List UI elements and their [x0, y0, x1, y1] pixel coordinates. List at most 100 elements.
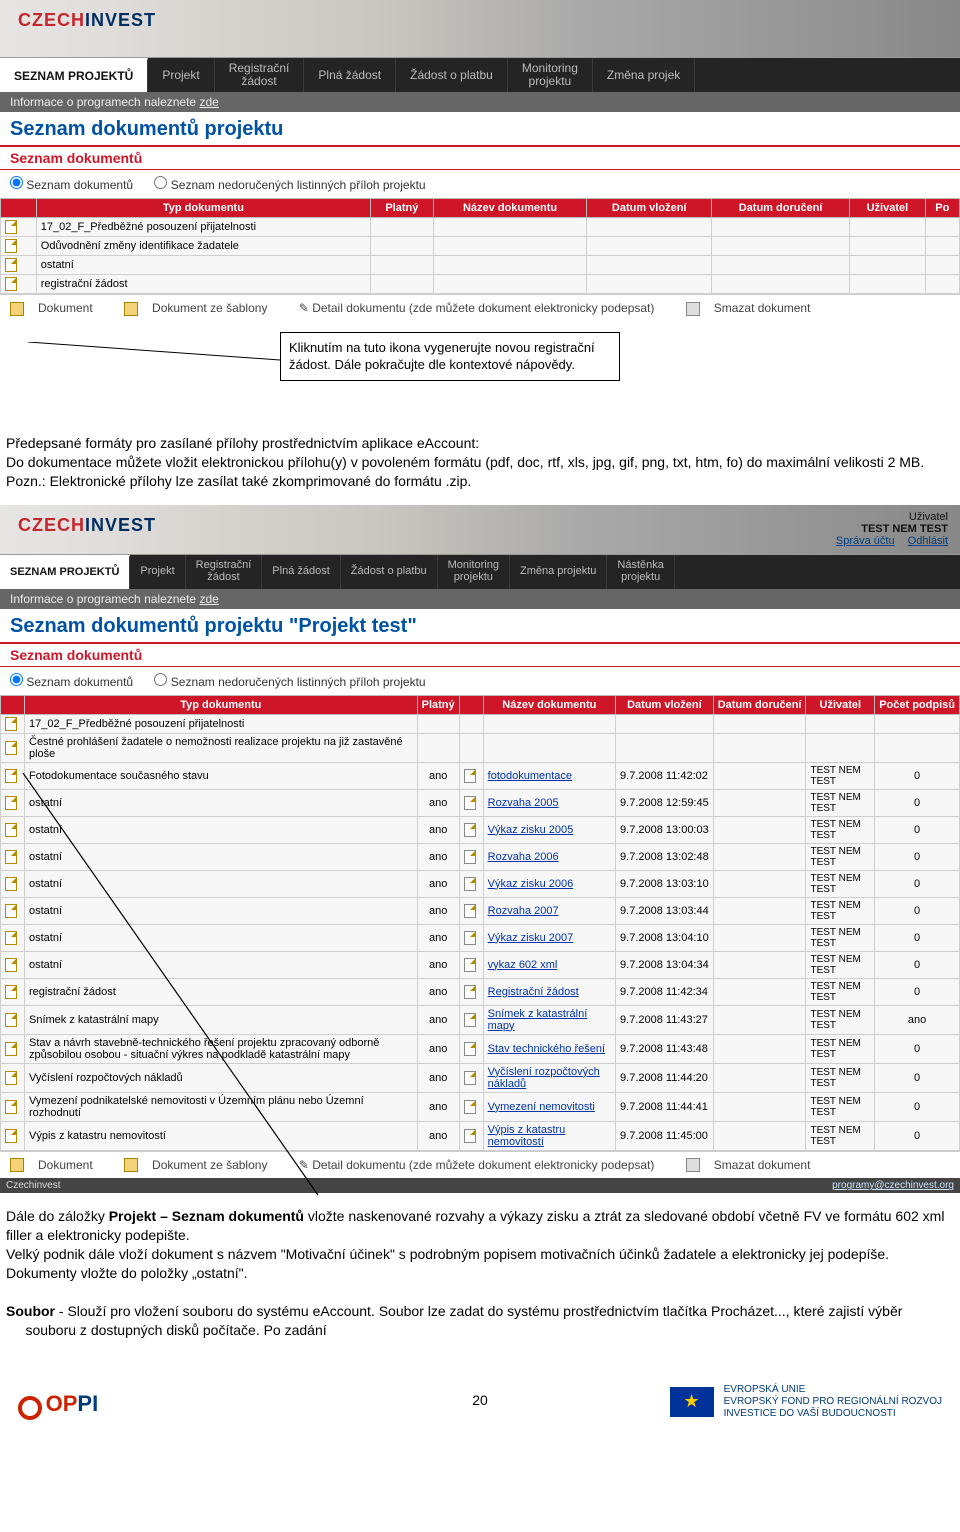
- doc-link[interactable]: Snímek z katastrální mapy: [488, 1008, 588, 1032]
- doc-link[interactable]: Výkaz zisku 2006: [488, 878, 574, 890]
- table-row[interactable]: Čestné prohlášení žadatele o nemožnosti …: [1, 733, 960, 762]
- body-text-block-2: Dále do záložky Projekt – Seznam dokumen…: [0, 1207, 960, 1339]
- section-title-2: Seznam dokumentů: [0, 642, 960, 667]
- doc-icon: [5, 796, 17, 810]
- action-detail-2[interactable]: ✎ Detail dokumentu (zde můžete dokument …: [299, 1158, 669, 1172]
- radio-row-2: Seznam dokumentů Seznam nedoručených lis…: [0, 667, 960, 695]
- file-icon: [464, 958, 476, 972]
- oppi-logo: OPPI: [18, 1391, 98, 1420]
- file-icon: [464, 985, 476, 999]
- doc-icon: [5, 769, 17, 783]
- link-odhlasit[interactable]: Odhlásit: [898, 535, 948, 547]
- callout-arrow: [28, 342, 280, 402]
- nav-tab[interactable]: Monitoringprojektu: [438, 555, 510, 589]
- doc-icon: [5, 877, 17, 891]
- file-icon: [464, 823, 476, 837]
- doc-link[interactable]: Rozvaha 2007: [488, 905, 559, 917]
- doc-link[interactable]: Registrační žádost: [488, 986, 579, 998]
- radio-row: Seznam dokumentů Seznam nedoručených lis…: [0, 170, 960, 198]
- nav-tab[interactable]: SEZNAM PROJEKTŮ: [0, 58, 148, 92]
- nav-tab[interactable]: Registračnížádost: [215, 58, 305, 92]
- file-icon: [464, 850, 476, 864]
- link-sprava[interactable]: Správa účtu: [826, 535, 895, 547]
- file-icon: [464, 931, 476, 945]
- doc-link[interactable]: Vyčíslení rozpočtových nákladů: [488, 1066, 600, 1090]
- nav-tab[interactable]: Nástěnkaprojektu: [607, 555, 674, 589]
- doc-icon: [5, 904, 17, 918]
- user-box: Uživatel TEST NEM TEST Správa účtu Odhlá…: [826, 511, 948, 547]
- table-row[interactable]: 17_02_F_Předběžné posouzení přijatelnost…: [1, 218, 960, 237]
- doc-link[interactable]: Rozvaha 2006: [488, 851, 559, 863]
- doc-link[interactable]: Výkaz zisku 2007: [488, 932, 574, 944]
- action-dokument[interactable]: Dokument: [10, 301, 107, 315]
- doc-link[interactable]: Výpis z katastru nemovitostí: [488, 1124, 566, 1148]
- nav-tab[interactable]: Změna projek: [593, 58, 695, 92]
- table-row[interactable]: ostatní: [1, 256, 960, 275]
- doc-icon: [5, 1013, 17, 1027]
- file-icon: [464, 1013, 476, 1027]
- page-title: Seznam dokumentů projektu: [0, 112, 960, 145]
- file-icon: [464, 1071, 476, 1085]
- footer-mail[interactable]: programy@czechinvest.org: [832, 1180, 954, 1191]
- radio-seznam-2[interactable]: Seznam dokumentů: [10, 675, 133, 689]
- nav-tab[interactable]: Plná žádost: [262, 555, 340, 589]
- file-icon: [464, 1129, 476, 1143]
- file-icon: [464, 1042, 476, 1056]
- doc-icon: [5, 220, 17, 234]
- doc-icon: [5, 1129, 17, 1143]
- file-icon: [464, 877, 476, 891]
- doc-link[interactable]: fotodokumentace: [488, 770, 572, 782]
- table-row[interactable]: Odůvodnění změny identifikace žadatele: [1, 237, 960, 256]
- app-header-banner-2: CZECHINVEST Uživatel TEST NEM TEST Správ…: [0, 505, 960, 555]
- page-number: 20: [472, 1392, 488, 1408]
- doc-icon: [5, 985, 17, 999]
- nav-tab[interactable]: Plná žádost: [304, 58, 396, 92]
- doc-link[interactable]: Stav technického řešení: [488, 1043, 605, 1055]
- action-detail[interactable]: ✎ Detail dokumentu (zde můžete dokument …: [299, 301, 669, 315]
- main-nav: SEZNAM PROJEKTŮProjektRegistračnížádostP…: [0, 58, 960, 92]
- doc-icon: [5, 717, 17, 731]
- doc-icon: [5, 958, 17, 972]
- nav-tab[interactable]: Žádost o platbu: [396, 58, 508, 92]
- doc-icon: [5, 1042, 17, 1056]
- czechinvest-logo: CZECHINVEST: [18, 10, 156, 31]
- doc-icon: [5, 823, 17, 837]
- doc-link[interactable]: Výkaz zisku 2005: [488, 824, 574, 836]
- eu-block: ★ EVROPSKÁ UNIE EVROPSKÝ FOND PRO REGION…: [670, 1384, 942, 1420]
- doc-icon: [5, 931, 17, 945]
- app-header-banner: CZECHINVEST: [0, 0, 960, 58]
- doc-icon: [5, 1071, 17, 1085]
- doc-icon: [5, 1100, 17, 1114]
- action-sablona[interactable]: Dokument ze šablony: [124, 301, 281, 315]
- doc-link[interactable]: Rozvaha 2005: [488, 797, 559, 809]
- nav-tab[interactable]: Registračnížádost: [186, 555, 263, 589]
- radio-nedorucene-2[interactable]: Seznam nedoručených listinných příloh pr…: [154, 675, 425, 689]
- radio-seznam[interactable]: Seznam dokumentů: [10, 178, 133, 192]
- file-icon: [464, 904, 476, 918]
- nav-tab[interactable]: Žádost o platbu: [341, 555, 438, 589]
- info-link-2[interactable]: zde: [199, 592, 218, 606]
- nav-tab[interactable]: Projekt: [148, 58, 214, 92]
- eu-flag-icon: ★: [670, 1387, 714, 1417]
- info-bar: Informace o programech naleznete zde: [0, 92, 960, 112]
- action-smazat[interactable]: Smazat dokument: [686, 301, 825, 315]
- file-icon: [464, 1100, 476, 1114]
- nav-tab[interactable]: Monitoringprojektu: [508, 58, 593, 92]
- table-row[interactable]: registrační žádost: [1, 275, 960, 294]
- doc-icon: [5, 741, 17, 755]
- doc-link[interactable]: vykaz 602 xml: [488, 959, 558, 971]
- callout-box: Kliknutím na tuto ikona vygenerujte novo…: [280, 332, 620, 381]
- doc-link[interactable]: Vymezení nemovitosti: [488, 1101, 595, 1113]
- body-text-block: Předepsané formáty pro zasílané přílohy …: [0, 434, 960, 491]
- main-nav-2: SEZNAM PROJEKTŮProjektRegistračnížádostP…: [0, 555, 960, 589]
- documents-table-1: Typ dokumentuPlatnýNázev dokumentuDatum …: [0, 198, 960, 294]
- file-icon: [464, 796, 476, 810]
- nav-tab[interactable]: Projekt: [130, 555, 185, 589]
- info-link[interactable]: zde: [199, 95, 218, 109]
- radio-nedorucene[interactable]: Seznam nedoručených listinných příloh pr…: [154, 178, 425, 192]
- nav-tab[interactable]: Změna projektu: [510, 555, 607, 589]
- doc-icon: [5, 277, 17, 291]
- table-row[interactable]: 17_02_F_Předběžné posouzení přijatelnost…: [1, 714, 960, 733]
- action-smazat-2[interactable]: Smazat dokument: [686, 1158, 825, 1172]
- nav-tab[interactable]: SEZNAM PROJEKTŮ: [0, 555, 130, 589]
